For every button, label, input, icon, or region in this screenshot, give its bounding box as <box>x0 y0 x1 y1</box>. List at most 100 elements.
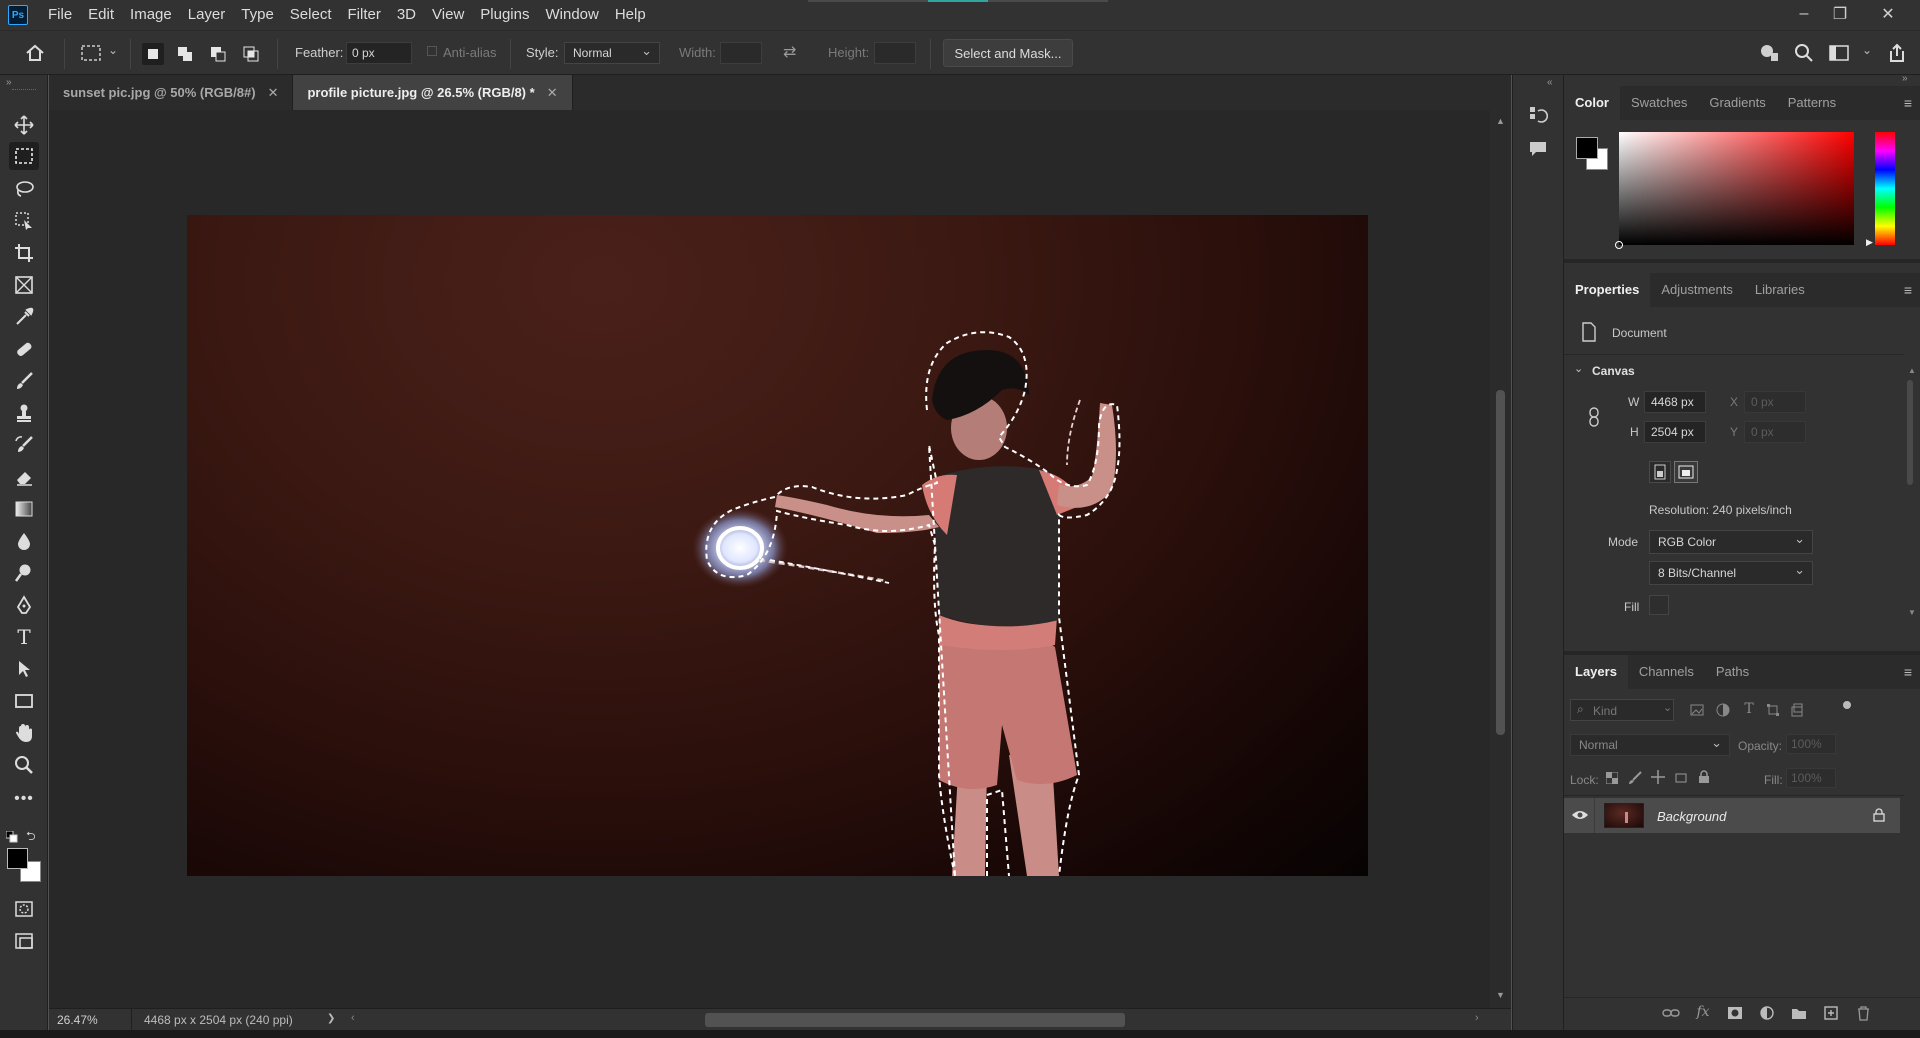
comments-panel-icon[interactable] <box>1525 137 1551 161</box>
status-menu-arrow-icon[interactable]: ❯ <box>327 1013 335 1024</box>
smart-object-filter-icon[interactable] <box>1788 701 1806 719</box>
portrait-orientation-icon[interactable] <box>1649 461 1671 483</box>
tab-properties[interactable]: Properties <box>1564 273 1651 307</box>
tab-adjustments[interactable]: Adjustments <box>1650 273 1744 307</box>
menu-filter[interactable]: Filter <box>340 0 389 30</box>
eraser-tool-icon[interactable] <box>9 463 39 491</box>
default-colors-icon[interactable] <box>5 830 18 843</box>
restore-button[interactable]: ❐ <box>1822 0 1858 28</box>
zoom-tool-icon[interactable] <box>9 751 39 779</box>
tab-channels[interactable]: Channels <box>1628 655 1705 689</box>
hue-slider[interactable] <box>1875 132 1895 245</box>
close-tab-icon[interactable]: ✕ <box>547 85 558 101</box>
layer-name[interactable]: Background <box>1657 809 1726 824</box>
panel-menu-icon[interactable]: ≡ <box>1904 664 1912 680</box>
expand-dock-icon[interactable]: « <box>1547 77 1553 88</box>
fill-swatch[interactable] <box>1649 595 1669 615</box>
width-input[interactable] <box>720 42 762 64</box>
home-icon[interactable] <box>22 41 48 65</box>
pixel-layer-filter-icon[interactable] <box>1688 701 1706 719</box>
lock-position-icon[interactable] <box>1650 769 1666 785</box>
opacity-input[interactable]: 100% <box>1786 734 1836 754</box>
canvas-width-input[interactable]: 4468 px <box>1644 391 1706 413</box>
add-selection-button[interactable] <box>174 43 196 65</box>
color-mode-dropdown[interactable]: RGB Color <box>1649 530 1813 554</box>
quick-mask-icon[interactable] <box>9 895 39 923</box>
foreground-color-swatch[interactable] <box>7 848 28 869</box>
shape-layer-filter-icon[interactable] <box>1764 701 1782 719</box>
menu-view[interactable]: View <box>424 0 472 30</box>
adjustment-layer-filter-icon[interactable] <box>1714 701 1732 719</box>
layer-mask-icon[interactable] <box>1724 1003 1746 1023</box>
bit-depth-dropdown[interactable]: 8 Bits/Channel <box>1649 561 1813 585</box>
layer-row-background[interactable]: Background <box>1564 798 1900 833</box>
new-selection-button[interactable] <box>142 43 164 65</box>
healing-brush-tool-icon[interactable] <box>9 335 39 363</box>
menu-plugins[interactable]: Plugins <box>472 0 537 30</box>
tab-libraries[interactable]: Libraries <box>1744 273 1816 307</box>
type-layer-filter-icon[interactable]: T <box>1740 700 1758 718</box>
dodge-tool-icon[interactable] <box>9 559 39 587</box>
delete-layer-icon[interactable] <box>1852 1003 1874 1023</box>
feather-input[interactable]: 0 px <box>346 42 412 64</box>
blur-tool-icon[interactable] <box>9 527 39 555</box>
pen-tool-icon[interactable] <box>9 591 39 619</box>
antialias-checkbox[interactable] <box>427 46 437 56</box>
gradient-tool-icon[interactable] <box>9 495 39 523</box>
lasso-tool-icon[interactable] <box>9 175 39 203</box>
new-group-icon[interactable] <box>1788 1003 1810 1023</box>
blend-mode-dropdown[interactable]: Normal <box>1570 734 1730 756</box>
tab-gradients[interactable]: Gradients <box>1698 86 1776 120</box>
scrollbar-thumb[interactable] <box>1496 390 1505 735</box>
filter-toggle-icon[interactable] <box>1843 701 1851 709</box>
share-icon[interactable] <box>1884 41 1910 65</box>
color-picker-handle[interactable] <box>1615 241 1623 249</box>
eye-visibility-icon[interactable] <box>1570 806 1590 824</box>
layer-lock-icon[interactable] <box>1872 807 1886 823</box>
chevron-down-icon[interactable]: ⌄ <box>108 43 118 57</box>
scroll-right-icon[interactable]: › <box>1475 1012 1479 1024</box>
workspace-icon[interactable] <box>1826 42 1852 64</box>
search-icon[interactable] <box>1792 42 1816 64</box>
minimize-button[interactable]: – <box>1786 0 1822 28</box>
learn-icon[interactable] <box>1757 42 1781 64</box>
panel-menu-icon[interactable]: ≡ <box>1904 282 1912 298</box>
collapse-toolbar-icon[interactable]: » <box>6 77 12 88</box>
scroll-up-icon[interactable]: ▲ <box>1496 116 1505 126</box>
collapse-panels-icon[interactable]: » <box>1902 73 1908 84</box>
menu-file[interactable]: File <box>40 0 80 30</box>
tab-profile-picture[interactable]: profile picture.jpg @ 26.5% (RGB/8) * ✕ <box>293 75 573 110</box>
canvas-y-input[interactable]: 0 px <box>1744 421 1806 443</box>
close-tab-icon[interactable]: ✕ <box>268 85 279 101</box>
menu-image[interactable]: Image <box>122 0 180 30</box>
layer-filter-dropdown[interactable]: ⌕ Kind ⌄ <box>1570 699 1674 721</box>
move-tool-icon[interactable] <box>9 111 39 139</box>
swap-colors-icon[interactable]: ⮌ <box>26 827 36 848</box>
style-dropdown[interactable]: Normal <box>564 42 660 64</box>
link-layers-icon[interactable] <box>1660 1003 1682 1023</box>
rectangle-tool-icon[interactable] <box>9 687 39 715</box>
canvas-height-input[interactable]: 2504 px <box>1644 421 1706 443</box>
document-canvas-photo[interactable] <box>187 215 1368 876</box>
path-selection-tool-icon[interactable] <box>9 655 39 683</box>
frame-tool-icon[interactable] <box>9 271 39 299</box>
menu-type[interactable]: Type <box>233 0 282 30</box>
rectangular-marquee-tool-icon[interactable] <box>9 142 39 170</box>
menu-select[interactable]: Select <box>282 0 340 30</box>
landscape-orientation-icon[interactable] <box>1674 461 1698 483</box>
object-selection-tool-icon[interactable] <box>9 207 39 235</box>
menu-layer[interactable]: Layer <box>180 0 234 30</box>
new-layer-icon[interactable] <box>1820 1003 1842 1023</box>
menu-help[interactable]: Help <box>607 0 654 30</box>
close-window-button[interactable]: ✕ <box>1870 0 1906 28</box>
panel-menu-icon[interactable]: ≡ <box>1904 95 1912 111</box>
tab-sunset-pic[interactable]: sunset pic.jpg @ 50% (RGB/8#) ✕ <box>49 75 294 110</box>
height-input[interactable] <box>874 42 916 64</box>
canvas-x-input[interactable]: 0 px <box>1744 391 1806 413</box>
menu-edit[interactable]: Edit <box>80 0 122 30</box>
canvas-collapse-icon[interactable]: ⌄ <box>1574 362 1583 375</box>
tab-swatches[interactable]: Swatches <box>1620 86 1698 120</box>
select-and-mask-button[interactable]: Select and Mask... <box>943 39 1073 67</box>
brush-tool-icon[interactable] <box>9 367 39 395</box>
vertical-scrollbar[interactable]: ▲ ▼ <box>1490 110 1511 1008</box>
